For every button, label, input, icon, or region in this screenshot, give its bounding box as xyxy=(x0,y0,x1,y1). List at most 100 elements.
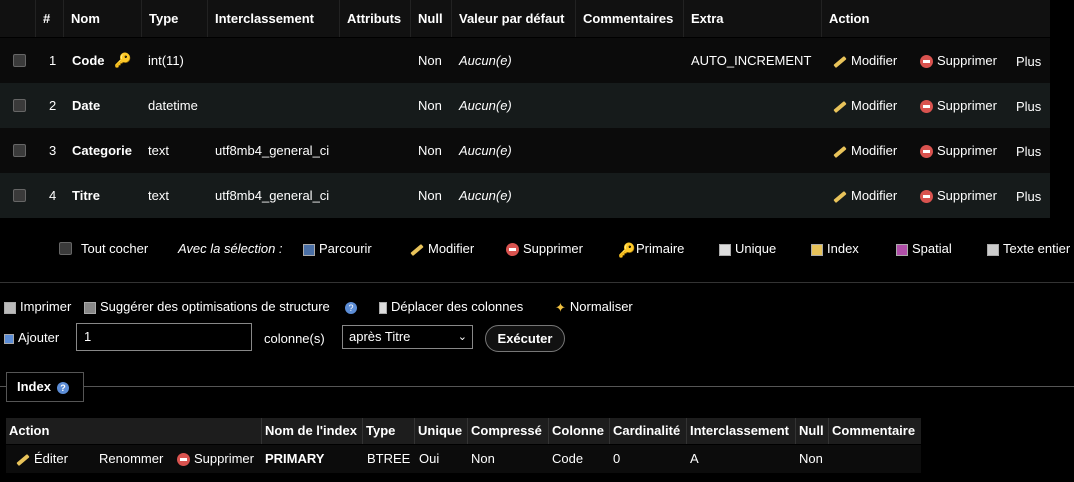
index-row: Éditer Renommer Supprimer PRIMARY BTREE … xyxy=(6,445,921,473)
header-default[interactable]: Valeur par défaut xyxy=(452,0,576,37)
more-link[interactable]: Plus xyxy=(1016,99,1041,114)
column-name: Titre xyxy=(72,188,100,203)
help-link[interactable]: ? xyxy=(345,299,357,315)
index-title-label: Index xyxy=(17,379,51,394)
column-null: Non xyxy=(418,53,442,68)
modify-link[interactable]: Modifier xyxy=(833,188,897,203)
index-icon xyxy=(811,243,823,256)
modify-link[interactable]: Modifier xyxy=(833,143,897,158)
column-default: Aucun(e) xyxy=(459,188,512,203)
delete-icon xyxy=(920,100,933,114)
magic-wand-icon: ✦ xyxy=(555,299,566,315)
bulk-delete-button[interactable]: Supprimer xyxy=(506,241,583,257)
header-type[interactable]: Type xyxy=(142,0,208,37)
header-null[interactable]: Null xyxy=(411,0,452,37)
row-number: 4 xyxy=(49,188,57,203)
divider xyxy=(0,282,1074,283)
delete-link[interactable]: Supprimer xyxy=(920,98,997,114)
check-all-checkbox[interactable] xyxy=(59,242,72,255)
suggest-link[interactable]: Suggérer des optimisations de structure xyxy=(84,299,330,315)
bulk-action-bar: Tout cocher Avec la sélection : Parcouri… xyxy=(0,228,1074,268)
key-icon: 🔑 xyxy=(618,241,636,258)
row-checkbox[interactable] xyxy=(13,144,26,157)
delete-link[interactable]: Supprimer xyxy=(920,53,997,69)
bulk-primary-button[interactable]: 🔑Primaire xyxy=(618,241,684,258)
header-collation[interactable]: Interclassement xyxy=(208,0,340,37)
column-default: Aucun(e) xyxy=(459,53,512,68)
index-header-action: Action xyxy=(6,418,262,444)
bulk-index-button[interactable]: Index xyxy=(811,241,859,256)
column-null: Non xyxy=(418,98,442,113)
header-name[interactable]: Nom xyxy=(64,0,142,37)
header-attributes[interactable]: Attributs xyxy=(340,0,411,37)
print-link[interactable]: Imprimer xyxy=(4,299,71,315)
column-type: text xyxy=(148,143,169,158)
bulk-spatial-label: Spatial xyxy=(912,241,952,256)
row-number: 1 xyxy=(49,53,57,68)
help-icon[interactable]: ? xyxy=(56,381,69,394)
index-delete-label: Supprimer xyxy=(194,451,254,466)
column-default: Aucun(e) xyxy=(459,143,512,158)
position-select[interactable]: après Titre ⌄ xyxy=(342,325,473,349)
column-type: int(11) xyxy=(148,53,184,68)
index-edit-link[interactable]: Éditer xyxy=(16,451,68,466)
column-count-input[interactable]: 1 xyxy=(76,323,252,351)
bulk-index-label: Index xyxy=(827,241,859,256)
table-row: 3 Categorie text utf8mb4_general_ci Non … xyxy=(0,128,1050,173)
column-name: Categorie xyxy=(72,143,132,158)
more-link[interactable]: Plus xyxy=(1016,54,1041,69)
row-checkbox[interactable] xyxy=(13,189,26,202)
execute-button[interactable]: Exécuter xyxy=(485,325,565,352)
column-collation: utf8mb4_general_ci xyxy=(215,143,330,158)
index-header-comment: Commentaire xyxy=(832,423,916,438)
index-delete-link[interactable]: Supprimer xyxy=(177,451,254,467)
row-checkbox[interactable] xyxy=(13,99,26,112)
printer-icon xyxy=(4,301,16,314)
spatial-icon xyxy=(896,243,908,256)
index-header-column: Colonne xyxy=(549,418,610,444)
index-header-compressed: Compressé xyxy=(468,418,549,444)
delete-icon xyxy=(920,55,933,69)
delete-link[interactable]: Supprimer xyxy=(920,143,997,159)
column-name: Code 🔑 xyxy=(72,53,132,68)
position-select-value: après Titre xyxy=(349,329,411,344)
index-rename-link[interactable]: Renommer xyxy=(99,451,163,466)
index-null: Non xyxy=(799,451,823,466)
row-number: 2 xyxy=(49,98,57,113)
bulk-unique-button[interactable]: Unique xyxy=(719,241,776,256)
browse-button[interactable]: Parcourir xyxy=(303,241,372,256)
columns-label: colonne(s) xyxy=(264,331,325,346)
unique-icon xyxy=(719,243,731,256)
pencil-icon xyxy=(833,145,847,158)
row-checkbox[interactable] xyxy=(13,54,26,67)
fieldset-border xyxy=(0,386,1074,387)
header-comments[interactable]: Commentaires xyxy=(576,0,684,37)
help-icon: ? xyxy=(345,301,357,314)
move-columns-icon xyxy=(379,301,387,314)
delete-label: Supprimer xyxy=(937,188,997,203)
more-link[interactable]: Plus xyxy=(1016,144,1041,159)
modify-link[interactable]: Modifier xyxy=(833,98,897,113)
bulk-spatial-button[interactable]: Spatial xyxy=(896,241,952,256)
more-link[interactable]: Plus xyxy=(1016,189,1041,204)
move-columns-link[interactable]: Déplacer des colonnes xyxy=(379,299,523,315)
normalize-link[interactable]: ✦ Normaliser xyxy=(555,299,633,315)
header-number[interactable]: # xyxy=(36,0,64,37)
bulk-modify-button[interactable]: Modifier xyxy=(410,241,474,256)
delete-icon xyxy=(506,243,519,257)
header-extra[interactable]: Extra xyxy=(684,0,822,37)
delete-label: Supprimer xyxy=(937,143,997,158)
check-all-label[interactable]: Tout cocher xyxy=(81,241,148,256)
add-columns-label: Ajouter xyxy=(4,330,59,345)
delete-icon xyxy=(920,145,933,159)
column-name-label: Code xyxy=(72,53,105,68)
bulk-modify-label: Modifier xyxy=(428,241,475,256)
bulk-fulltext-button[interactable]: Texte entier xyxy=(987,241,1070,256)
index-section-title: Index? xyxy=(6,372,84,402)
delete-link[interactable]: Supprimer xyxy=(920,188,997,204)
modify-link[interactable]: Modifier xyxy=(833,53,897,68)
index-collation: A xyxy=(690,451,699,466)
index-header-null: Null xyxy=(796,418,829,444)
add-column-icon xyxy=(4,333,14,344)
column-type: datetime xyxy=(148,98,198,113)
